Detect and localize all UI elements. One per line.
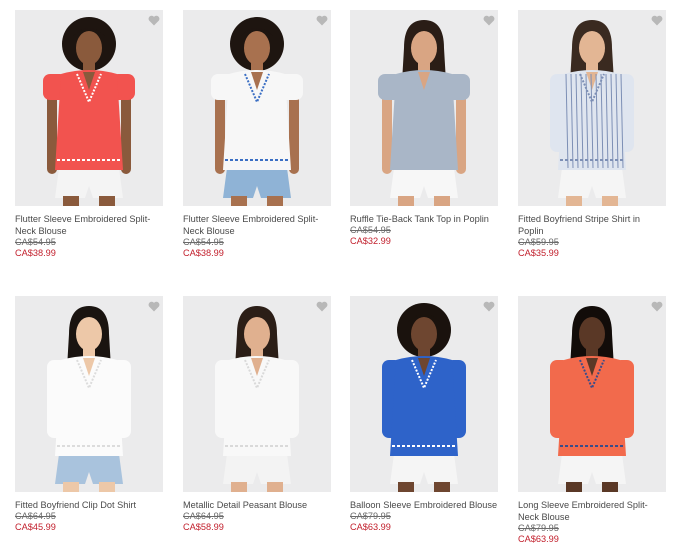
product-name[interactable]: Flutter Sleeve Embroidered Split-Neck Bl… xyxy=(15,213,163,237)
heart-icon[interactable] xyxy=(316,13,328,26)
heart-icon[interactable] xyxy=(316,299,328,312)
product-image[interactable] xyxy=(183,10,331,206)
heart-icon[interactable] xyxy=(651,13,663,26)
heart-icon[interactable] xyxy=(483,13,495,26)
original-price: CA$79.95 xyxy=(350,511,391,521)
original-price: CA$54.95 xyxy=(15,237,56,247)
original-price: CA$79.95 xyxy=(518,523,559,533)
product-name[interactable]: Fitted Boyfriend Clip Dot Shirt xyxy=(15,499,163,511)
original-price: CA$54.95 xyxy=(183,237,224,247)
product-card[interactable]: Ruffle Tie-Back Tank Top in Poplin CA$54… xyxy=(350,10,498,246)
product-image[interactable] xyxy=(15,296,163,492)
original-price: CA$64.95 xyxy=(15,511,56,521)
sale-price: CA$58.99 xyxy=(183,521,224,532)
sale-price: CA$38.99 xyxy=(15,247,56,258)
product-card[interactable]: Flutter Sleeve Embroidered Split-Neck Bl… xyxy=(183,10,331,258)
product-name[interactable]: Flutter Sleeve Embroidered Split-Neck Bl… xyxy=(183,213,331,237)
sale-price: CA$45.99 xyxy=(15,521,56,532)
product-image[interactable] xyxy=(350,296,498,492)
original-price: CA$59.95 xyxy=(518,237,559,247)
heart-icon[interactable] xyxy=(148,299,160,312)
sale-price: CA$35.99 xyxy=(518,247,559,258)
product-name[interactable]: Long Sleeve Embroidered Split-Neck Blous… xyxy=(518,499,666,523)
product-card[interactable]: Flutter Sleeve Embroidered Split-Neck Bl… xyxy=(15,10,163,258)
original-price: CA$64.95 xyxy=(183,511,224,521)
sale-price: CA$63.99 xyxy=(518,533,559,544)
product-image[interactable] xyxy=(183,296,331,492)
product-card[interactable]: Fitted Boyfriend Clip Dot Shirt CA$64.95… xyxy=(15,296,163,532)
product-name[interactable]: Ruffle Tie-Back Tank Top in Poplin xyxy=(350,213,498,225)
original-price: CA$54.95 xyxy=(350,225,391,235)
sale-price: CA$38.99 xyxy=(183,247,224,258)
product-image[interactable] xyxy=(350,10,498,206)
product-card[interactable]: Metallic Detail Peasant Blouse CA$64.95 … xyxy=(183,296,331,532)
sale-price: CA$63.99 xyxy=(350,521,391,532)
heart-icon[interactable] xyxy=(651,299,663,312)
product-grid: Flutter Sleeve Embroidered Split-Neck Bl… xyxy=(0,0,700,554)
product-image[interactable] xyxy=(518,296,666,492)
heart-icon[interactable] xyxy=(148,13,160,26)
product-name[interactable]: Fitted Boyfriend Stripe Shirt in Poplin xyxy=(518,213,666,237)
product-name[interactable]: Balloon Sleeve Embroidered Blouse xyxy=(350,499,498,511)
product-card[interactable]: Long Sleeve Embroidered Split-Neck Blous… xyxy=(518,296,666,544)
product-card[interactable]: Balloon Sleeve Embroidered Blouse CA$79.… xyxy=(350,296,498,532)
product-image[interactable] xyxy=(15,10,163,206)
product-image[interactable] xyxy=(518,10,666,206)
product-card[interactable]: Fitted Boyfriend Stripe Shirt in Poplin … xyxy=(518,10,666,258)
heart-icon[interactable] xyxy=(483,299,495,312)
sale-price: CA$32.99 xyxy=(350,235,391,246)
product-name[interactable]: Metallic Detail Peasant Blouse xyxy=(183,499,331,511)
